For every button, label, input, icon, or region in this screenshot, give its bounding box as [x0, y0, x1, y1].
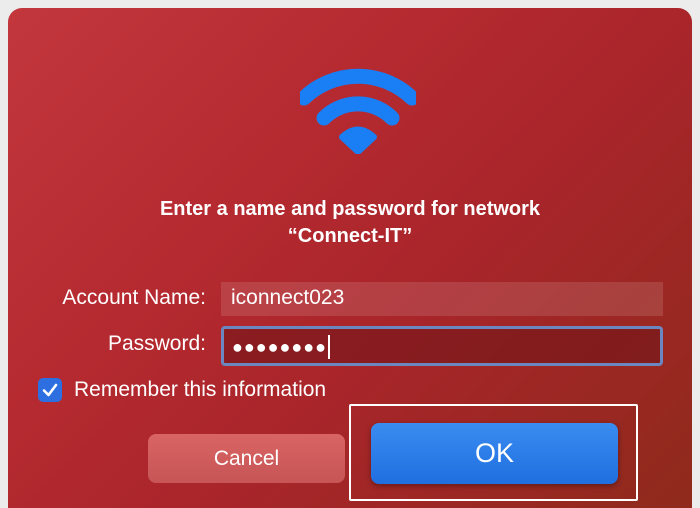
password-label: Password: [107, 332, 206, 355]
checkmark-icon [42, 383, 58, 397]
account-name-label: Account Name: [62, 286, 206, 309]
text-cursor [327, 335, 330, 360]
cancel-button[interactable]: Cancel [148, 434, 345, 483]
password-mask: ●●●●●●●● [232, 336, 327, 357]
password-field[interactable]: ●●●●●●●● [221, 326, 663, 366]
dialog-title: Enter a name and password for network “C… [0, 196, 700, 250]
dialog-title-line-1: Enter a name and password for network [159, 198, 541, 220]
remember-checkbox[interactable] [38, 378, 62, 402]
ok-button[interactable]: OK [371, 423, 618, 484]
remember-label: Remember this information [74, 378, 327, 401]
dialog-title-network-name: “Connect-IT” [287, 225, 413, 247]
wifi-icon [300, 68, 416, 154]
account-name-value: iconnect023 [231, 286, 345, 309]
account-name-field[interactable]: iconnect023 [221, 282, 663, 316]
